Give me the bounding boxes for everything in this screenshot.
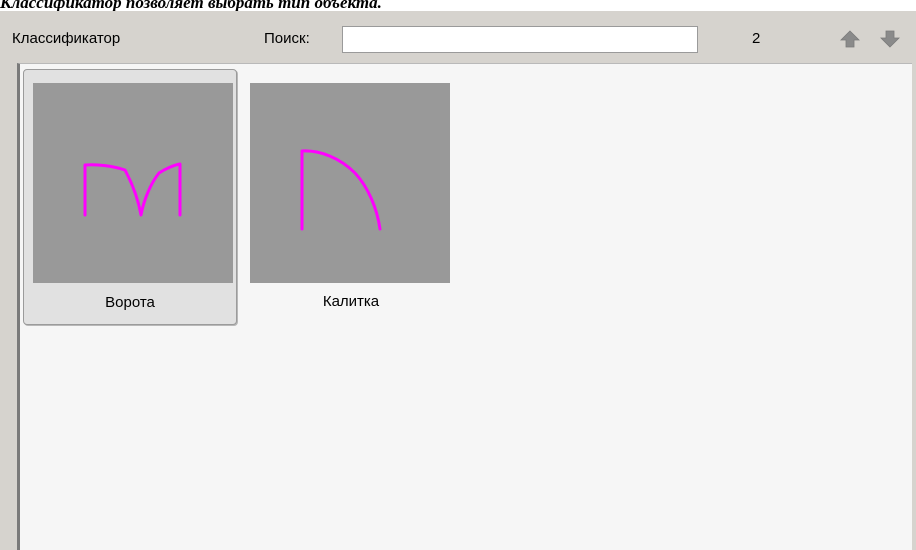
classifier-panel: Классификатор Поиск: 2 Ворота Калитка [0,11,916,550]
classifier-toolbar: Классификатор Поиск: 2 [0,11,916,63]
arrow-up-icon [840,30,860,48]
search-label: Поиск: [264,30,310,47]
gate-icon [83,162,182,217]
result-count: 2 [752,30,761,47]
classifier-title: Классификатор [12,30,121,47]
arrow-up-button[interactable] [838,28,862,50]
classifier-item-gate[interactable]: Ворота [23,69,237,325]
arrow-down-button[interactable] [878,28,902,50]
search-input[interactable] [342,26,698,53]
wicket-thumbnail [250,83,450,283]
arrow-down-icon [880,30,900,48]
classifier-list: Ворота Калитка [17,63,912,550]
gate-thumbnail [33,83,233,283]
item-label: Ворота [105,294,155,311]
wicket-icon [300,149,382,231]
item-label: Калитка [322,293,380,310]
classifier-item-wicket[interactable]: Калитка [250,69,464,325]
